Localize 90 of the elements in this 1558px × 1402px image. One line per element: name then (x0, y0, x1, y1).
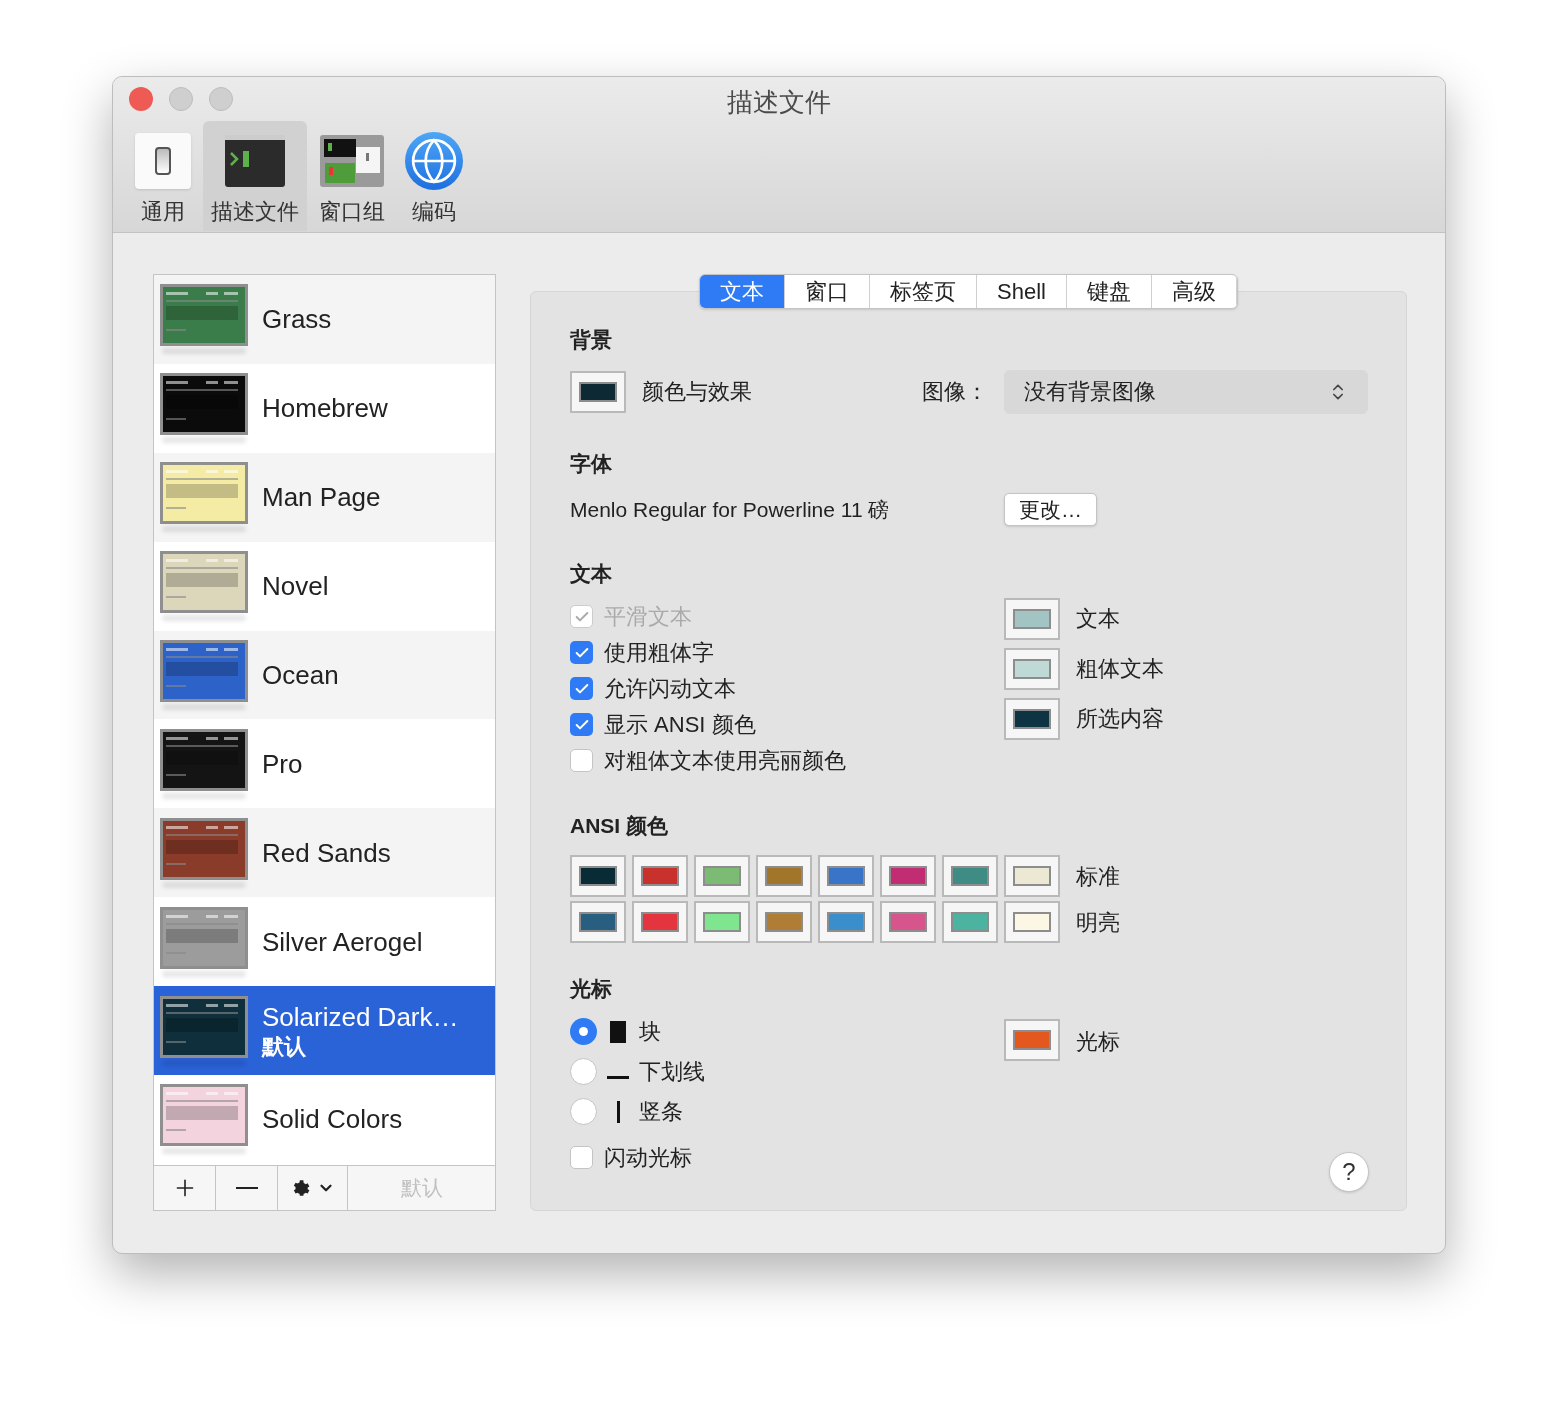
profile-name: Homebrew (262, 392, 388, 425)
color-well[interactable] (880, 901, 936, 943)
profile-row[interactable]: Man Page (154, 452, 495, 542)
color-well[interactable] (1004, 697, 1060, 740)
checkbox[interactable] (570, 713, 593, 736)
image-select[interactable]: 没有背景图像 (1004, 369, 1368, 414)
color-well[interactable] (1004, 1018, 1060, 1061)
minus-icon (235, 1187, 258, 1189)
option-label: 颜色与效果 (642, 378, 753, 406)
profile-name: Grass (262, 303, 332, 336)
color-well[interactable] (632, 855, 688, 897)
block-cursor-icon (610, 1020, 626, 1043)
color-well[interactable] (756, 855, 812, 897)
radio-button[interactable] (570, 1058, 597, 1085)
color-well[interactable] (632, 901, 688, 943)
tab[interactable]: 键盘 (1066, 275, 1152, 308)
color-label: 所选内容 (1076, 705, 1164, 733)
radio-label: 下划线 (639, 1058, 705, 1086)
profile-name: Solid Colors (262, 1103, 403, 1136)
bar-cursor-icon (616, 1100, 620, 1123)
radio-label: 竖条 (639, 1098, 683, 1126)
color-well[interactable] (1004, 597, 1060, 640)
color-well[interactable] (880, 855, 936, 897)
section-heading: 字体 (570, 450, 613, 477)
checkbox-label: 平滑文本 (604, 603, 692, 631)
color-label: 粗体文本 (1076, 655, 1164, 683)
profile-name: Solarized Dark… (262, 1000, 459, 1033)
color-well[interactable] (1004, 855, 1060, 897)
profile-name: Red Sands (262, 836, 391, 869)
radio-button[interactable] (570, 1098, 597, 1125)
checkbox-label: 显示 ANSI 颜色 (604, 711, 756, 739)
tab[interactable]: 文本 (700, 275, 786, 308)
color-well[interactable] (570, 370, 626, 413)
toolbar-tab[interactable]: 编码 (397, 121, 471, 231)
checkbox[interactable] (570, 749, 593, 772)
checkbox-label: 对粗体文本使用亮丽颜色 (604, 747, 846, 775)
color-well[interactable] (756, 901, 812, 943)
color-well[interactable] (818, 855, 874, 897)
close-button[interactable] (129, 87, 153, 111)
field-label: 图像： (922, 378, 989, 406)
font-name: Menlo Regular for Powerline 11 磅 (570, 496, 891, 523)
profile-name: Silver Aerogel (262, 925, 423, 958)
checkbox-label: 使用粗体字 (604, 639, 714, 667)
section-heading: 光标 (570, 976, 613, 1002)
color-well[interactable] (694, 855, 750, 897)
profile-row[interactable]: Grass (154, 275, 495, 364)
profile-row[interactable]: Solarized Dark… 默认 (154, 986, 495, 1075)
profile-row[interactable]: Ocean (154, 630, 495, 720)
color-label: 明亮 (1076, 908, 1120, 937)
profile-name: Novel (262, 570, 329, 603)
color-well[interactable] (818, 901, 874, 943)
terminal-icon (225, 135, 285, 187)
checkbox-label: 闪动光标 (604, 1144, 692, 1172)
toolbar-tab[interactable]: 描述文件 (203, 121, 307, 231)
profile-name: Pro (262, 747, 303, 780)
switch-icon (135, 133, 191, 189)
tab[interactable]: 窗口 (785, 275, 871, 308)
section-heading: ANSI 颜色 (570, 812, 669, 839)
section-heading: 背景 (570, 327, 613, 353)
color-well[interactable] (942, 901, 998, 943)
radio-button[interactable] (570, 1018, 597, 1045)
toolbar-tab[interactable]: 通用 (127, 121, 199, 231)
checkbox[interactable] (570, 677, 593, 700)
checkbox[interactable] (570, 1146, 593, 1169)
color-well[interactable] (694, 901, 750, 943)
section-heading: 文本 (570, 561, 613, 587)
tab[interactable]: 标签页 (870, 275, 978, 308)
color-label: 光标 (1076, 1027, 1120, 1056)
checkbox[interactable] (570, 641, 593, 664)
globe-icon (405, 132, 463, 190)
default-label: 默认 (262, 1032, 307, 1061)
color-well[interactable] (1004, 647, 1060, 690)
window-group-icon (320, 135, 384, 187)
color-label: 文本 (1076, 605, 1120, 633)
underline-cursor-icon (607, 1075, 629, 1079)
toolbar-tab[interactable]: 窗口组 (311, 121, 393, 231)
profile-row[interactable]: Red Sands (154, 808, 495, 898)
profile-name: Ocean (262, 659, 339, 691)
color-well[interactable] (570, 901, 626, 943)
window-title: 描述文件 (727, 86, 831, 119)
color-label: 标准 (1076, 862, 1120, 891)
color-well[interactable] (570, 855, 626, 897)
color-well[interactable] (1004, 901, 1060, 943)
help-button[interactable]: ? (1329, 1152, 1369, 1192)
tab[interactable]: Shell (977, 275, 1067, 308)
color-well[interactable] (942, 855, 998, 897)
change-font-button[interactable]: 更改… (1004, 493, 1097, 526)
profile-name: Man Page (262, 481, 381, 514)
radio-label: 块 (639, 1018, 661, 1046)
checkbox-label: 允许闪动文本 (604, 675, 736, 703)
